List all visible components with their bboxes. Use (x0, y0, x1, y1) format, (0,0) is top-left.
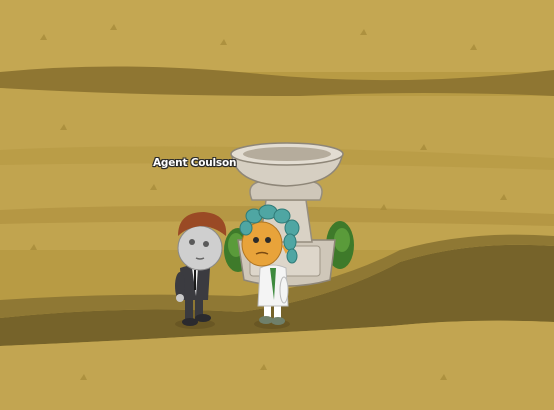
game-scene[interactable]: Agent Coulson (0, 0, 554, 410)
player-name-label: Agent Coulson (153, 157, 237, 169)
npc-avatar[interactable] (0, 0, 554, 410)
